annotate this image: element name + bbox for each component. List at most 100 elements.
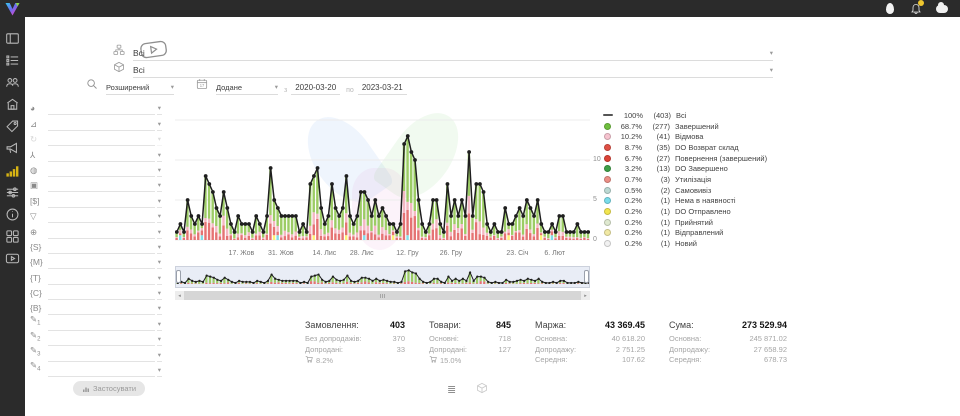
custom-field-4[interactable]: ✎4▾: [30, 362, 162, 377]
tags-icon: [5, 119, 20, 134]
legend-row[interactable]: 0.2%(1)Відправлений: [604, 228, 776, 239]
apply-button[interactable]: Застосувати: [73, 381, 145, 396]
var-t-filter-icon: {T}: [30, 272, 48, 285]
package-filter[interactable]: ▣▾: [30, 177, 162, 192]
var-t-filter[interactable]: {T}▾: [30, 269, 162, 284]
custom-field-1[interactable]: ✎1▾: [30, 315, 162, 330]
legend-row[interactable]: 0.2%(1)Нема в наявності: [604, 196, 776, 207]
legend-dot-swatch: [604, 133, 611, 140]
orders-chart[interactable]: [175, 108, 590, 253]
chevron-down-icon: ▾: [157, 242, 162, 254]
profile-icon[interactable]: [883, 2, 896, 15]
legend-dot-swatch: [604, 123, 611, 130]
chevron-down-icon: ▾: [157, 180, 162, 192]
var-m-filter[interactable]: {M}▾: [30, 254, 162, 269]
var-s-filter[interactable]: {S}▾: [30, 239, 162, 254]
sidebar-item-video[interactable]: [0, 247, 25, 269]
legend-row[interactable]: 0.2%(1)Новий: [604, 238, 776, 249]
legend-row[interactable]: 0.2%(1)Прийнятий: [604, 217, 776, 228]
info-icon: [5, 207, 20, 222]
legend-row[interactable]: 0.7%(3)Утилізація: [604, 174, 776, 185]
sidebar-item-users[interactable]: [0, 71, 25, 93]
stat-value: 43 369.45: [605, 320, 645, 330]
status-filter-select[interactable]: Всі ▾: [133, 47, 773, 61]
search-icon[interactable]: [86, 77, 98, 95]
date-field-select[interactable]: Додане ▾: [216, 81, 278, 95]
custom-field-3[interactable]: ✎3▾: [30, 346, 162, 361]
var-b-filter[interactable]: {B}▾: [30, 300, 162, 315]
statuses-sitemap-icon: [113, 43, 125, 61]
chevron-down-icon: ▾: [171, 82, 174, 94]
cube-view-icon[interactable]: [476, 381, 488, 399]
hierarchy-filter[interactable]: ⅄▾: [30, 146, 162, 161]
legend-row[interactable]: 0.2%(1)DO Отправлено: [604, 206, 776, 217]
search-mode-select[interactable]: Розширений ▾: [106, 81, 174, 95]
legend-row[interactable]: 6.7%(27)Повернення (завершений): [604, 153, 776, 164]
stat-column: Товари:845Основні:718Допродані:12715.0%: [429, 320, 511, 367]
scroll-left-icon[interactable]: ◂: [175, 291, 184, 300]
notification-badge: [918, 0, 924, 6]
sidebar-item-broadcast[interactable]: [0, 137, 25, 159]
globe-filter[interactable]: ⊕▾: [30, 223, 162, 238]
dashboard-icon: [5, 31, 20, 46]
chart-range-navigator[interactable]: [175, 266, 590, 288]
legend-dot-swatch: [604, 229, 611, 236]
notifications-bell-icon[interactable]: [909, 2, 922, 15]
sidebar-item-dashboard[interactable]: [0, 27, 25, 49]
app-root: ◕▾⊿▾↻▾⅄▾◍▾▣▾[$]▾▽▾⊕▾{S}▾{M}▾{T}▾{C}▾{B}▾…: [0, 0, 960, 416]
sync-filter[interactable]: ↻▾: [30, 131, 162, 146]
topbar-icons: [883, 1, 948, 16]
sidebar-item-tags[interactable]: [0, 115, 25, 137]
app-logo-icon[interactable]: [2, 1, 23, 17]
chevron-down-icon: ▾: [157, 119, 162, 131]
legend-line-swatch: [603, 114, 613, 116]
scroll-right-icon[interactable]: ▸: [581, 291, 590, 300]
legend-row[interactable]: 3.2%(13)DO Завершено: [604, 163, 776, 174]
list-view-icon[interactable]: ≣: [447, 384, 456, 396]
date-to-value: 2023-03-21: [358, 81, 407, 94]
chevron-down-icon: ▾: [157, 303, 162, 315]
main-sidebar: [0, 0, 25, 416]
navigator-right-handle[interactable]: [584, 270, 589, 283]
product-filter-select[interactable]: Всі ▾: [133, 64, 773, 78]
stat-title: Замовлення:: [305, 320, 359, 330]
sphere-filter[interactable]: ◍▾: [30, 162, 162, 177]
sidebar-item-sliders[interactable]: [0, 181, 25, 203]
globe-filter-icon: ⊕: [30, 226, 48, 239]
store-icon: [5, 97, 20, 112]
cloud-icon[interactable]: [935, 2, 948, 15]
stat-column: Замовлення:403Без допродажів:370Допродан…: [305, 320, 405, 367]
scrollbar-thumb[interactable]: [184, 291, 581, 300]
legend-row[interactable]: 68.7%(277)Завершений: [604, 121, 776, 132]
var-c-filter-icon: {C}: [30, 287, 48, 300]
var-c-filter[interactable]: {C}▾: [30, 285, 162, 300]
legend-row[interactable]: 10.2%(41)Відмова: [604, 131, 776, 142]
chevron-down-icon: ▾: [157, 350, 162, 362]
custom-field-2[interactable]: ✎2▾: [30, 331, 162, 346]
x-tick: 14. Лис: [313, 250, 337, 257]
stat-subrow: Основні:718: [429, 334, 511, 345]
date-field-value: Додане: [216, 81, 242, 94]
date-from-input[interactable]: 2020-03-20: [291, 81, 340, 95]
legend-row[interactable]: 8.7%(35)DO Возврат склад: [604, 142, 776, 153]
sidebar-item-orders[interactable]: [0, 49, 25, 71]
var-m-filter-icon: {M}: [30, 256, 48, 269]
mini-bars-icon: [82, 385, 90, 393]
sidebar-item-stats[interactable]: [0, 159, 25, 181]
funnel-filter[interactable]: ▽▾: [30, 208, 162, 223]
date-to-prefix: по: [346, 87, 354, 94]
date-from-value: 2020-03-20: [291, 81, 340, 94]
navigator-left-handle[interactable]: [176, 270, 181, 283]
slope-filter[interactable]: ⊿▾: [30, 115, 162, 130]
legend-row[interactable]: 100%(403)Всі: [604, 110, 776, 121]
date-to-input[interactable]: 2023-03-21: [358, 81, 407, 95]
banknote-filter[interactable]: [$]▾: [30, 192, 162, 207]
chart-scrollbar[interactable]: ◂ ▸: [175, 291, 590, 300]
planet-filter[interactable]: ◕▾: [30, 100, 162, 115]
sidebar-item-store[interactable]: [0, 93, 25, 115]
legend-row[interactable]: 0.5%(2)Самовивіз: [604, 185, 776, 196]
chevron-down-icon: ▾: [157, 211, 162, 223]
sidebar-item-info[interactable]: [0, 203, 25, 225]
sidebar-item-widgets[interactable]: [0, 225, 25, 247]
hierarchy-filter-icon: ⅄: [30, 149, 48, 162]
